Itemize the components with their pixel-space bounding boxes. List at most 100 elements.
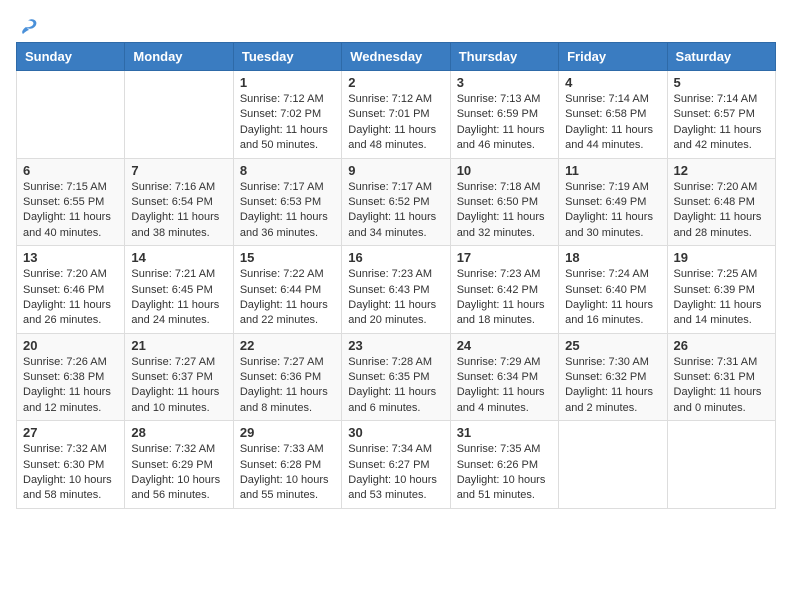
logo-bird-icon — [18, 16, 40, 38]
day-number: 11 — [565, 163, 660, 178]
day-number: 10 — [457, 163, 552, 178]
day-info-line: Sunrise: 7:32 AM — [131, 443, 215, 455]
day-info-line: Sunset: 6:46 PM — [23, 284, 104, 296]
day-info: Sunrise: 7:19 AMSunset: 6:49 PMDaylight:… — [565, 180, 660, 242]
day-info-line: Daylight: 11 hours and 28 minutes. — [674, 211, 762, 238]
calendar-cell: 24Sunrise: 7:29 AMSunset: 6:34 PMDayligh… — [450, 333, 558, 421]
calendar-cell: 1Sunrise: 7:12 AMSunset: 7:02 PMDaylight… — [233, 71, 341, 159]
day-info-line: Sunrise: 7:24 AM — [565, 268, 649, 280]
calendar-cell: 6Sunrise: 7:15 AMSunset: 6:55 PMDaylight… — [17, 158, 125, 246]
day-info: Sunrise: 7:23 AMSunset: 6:42 PMDaylight:… — [457, 267, 552, 329]
day-info-line: Sunset: 6:53 PM — [240, 196, 321, 208]
calendar-cell — [559, 421, 667, 509]
day-info-line: Daylight: 11 hours and 50 minutes. — [240, 124, 328, 151]
calendar-cell: 22Sunrise: 7:27 AMSunset: 6:36 PMDayligh… — [233, 333, 341, 421]
day-info: Sunrise: 7:33 AMSunset: 6:28 PMDaylight:… — [240, 442, 335, 504]
day-info-line: Sunset: 6:39 PM — [674, 284, 755, 296]
day-info-line: Sunset: 6:30 PM — [23, 459, 104, 471]
day-of-week-header: Monday — [125, 43, 233, 71]
day-info-line: Sunset: 6:59 PM — [457, 108, 538, 120]
day-info-line: Daylight: 11 hours and 42 minutes. — [674, 124, 762, 151]
day-info-line: Sunrise: 7:14 AM — [565, 93, 649, 105]
day-info-line: Sunset: 6:52 PM — [348, 196, 429, 208]
day-info-line: Sunrise: 7:21 AM — [131, 268, 215, 280]
day-info-line: Daylight: 11 hours and 10 minutes. — [131, 386, 219, 413]
calendar-cell: 31Sunrise: 7:35 AMSunset: 6:26 PMDayligh… — [450, 421, 558, 509]
day-info-line: Sunrise: 7:14 AM — [674, 93, 758, 105]
day-info-line: Sunset: 6:38 PM — [23, 371, 104, 383]
day-info-line: Daylight: 11 hours and 38 minutes. — [131, 211, 219, 238]
calendar-cell — [667, 421, 775, 509]
calendar-cell: 20Sunrise: 7:26 AMSunset: 6:38 PMDayligh… — [17, 333, 125, 421]
day-info-line: Sunrise: 7:33 AM — [240, 443, 324, 455]
day-number: 23 — [348, 338, 443, 353]
day-info-line: Daylight: 11 hours and 40 minutes. — [23, 211, 111, 238]
day-info-line: Sunrise: 7:22 AM — [240, 268, 324, 280]
calendar-cell: 18Sunrise: 7:24 AMSunset: 6:40 PMDayligh… — [559, 246, 667, 334]
day-info: Sunrise: 7:13 AMSunset: 6:59 PMDaylight:… — [457, 92, 552, 154]
calendar-body: 1Sunrise: 7:12 AMSunset: 7:02 PMDaylight… — [17, 71, 776, 509]
calendar-cell: 16 Sunrise: 7:23 AM Sunset: 6:43 PM Dayligh… — [342, 246, 450, 334]
calendar-cell: 29Sunrise: 7:33 AMSunset: 6:28 PMDayligh… — [233, 421, 341, 509]
day-info-line: Sunrise: 7:35 AM — [457, 443, 541, 455]
calendar-cell: 4Sunrise: 7:14 AMSunset: 6:58 PMDaylight… — [559, 71, 667, 159]
day-info-line: Sunrise: 7:12 AM — [240, 93, 324, 105]
day-info-line: Sunset: 6:26 PM — [457, 459, 538, 471]
day-info-line: Sunset: 6:43 PM — [348, 284, 429, 296]
calendar-week-row: 20Sunrise: 7:26 AMSunset: 6:38 PMDayligh… — [17, 333, 776, 421]
day-info: Sunrise: 7:14 AMSunset: 6:57 PMDaylight:… — [674, 92, 769, 154]
day-info-line: Daylight: 11 hours and 8 minutes. — [240, 386, 328, 413]
calendar-cell: 14Sunrise: 7:21 AMSunset: 6:45 PMDayligh… — [125, 246, 233, 334]
day-number: 4 — [565, 75, 660, 90]
day-info-line: Sunset: 6:28 PM — [240, 459, 321, 471]
day-number: 16 — [348, 250, 443, 265]
day-info: Sunrise: 7:14 AMSunset: 6:58 PMDaylight:… — [565, 92, 660, 154]
day-info: Sunrise: 7:28 AMSunset: 6:35 PMDaylight:… — [348, 355, 443, 417]
day-number: 8 — [240, 163, 335, 178]
page-header — [16, 16, 776, 34]
calendar-week-row: 27Sunrise: 7:32 AMSunset: 6:30 PMDayligh… — [17, 421, 776, 509]
day-info-line: Sunset: 6:32 PM — [565, 371, 646, 383]
day-info-line: Sunset: 6:58 PM — [565, 108, 646, 120]
calendar-header-row: SundayMondayTuesdayWednesdayThursdayFrid… — [17, 43, 776, 71]
day-info-line: Sunrise: 7:25 AM — [674, 268, 758, 280]
day-info-line: Sunrise: 7:23 AM — [348, 268, 432, 280]
day-info-line: Sunset: 6:45 PM — [131, 284, 212, 296]
day-info-line: Daylight: 11 hours and 20 minutes. — [348, 299, 436, 326]
day-info-line: Sunset: 6:48 PM — [674, 196, 755, 208]
day-info-line: Sunrise: 7:31 AM — [674, 356, 758, 368]
day-info: Sunrise: 7:16 AMSunset: 6:54 PMDaylight:… — [131, 180, 226, 242]
day-number: 9 — [348, 163, 443, 178]
day-of-week-header: Thursday — [450, 43, 558, 71]
day-info-line: Daylight: 10 hours and 58 minutes. — [23, 474, 112, 501]
day-info-line: Sunrise: 7:32 AM — [23, 443, 107, 455]
day-info-line: Daylight: 11 hours and 4 minutes. — [457, 386, 545, 413]
calendar-cell: 15Sunrise: 7:22 AMSunset: 6:44 PMDayligh… — [233, 246, 341, 334]
day-info-line: Daylight: 11 hours and 0 minutes. — [674, 386, 762, 413]
day-of-week-header: Friday — [559, 43, 667, 71]
day-number: 30 — [348, 425, 443, 440]
day-info-line: Daylight: 11 hours and 16 minutes. — [565, 299, 653, 326]
day-info-line: Daylight: 11 hours and 2 minutes. — [565, 386, 653, 413]
day-info: Sunrise: 7:21 AM Sunset: 6:45 PM Daylight:… — [131, 267, 226, 329]
day-of-week-header: Wednesday — [342, 43, 450, 71]
day-info-line: Sunrise: 7:15 AM — [23, 181, 107, 193]
day-info-line: Sunrise: 7:13 AM — [457, 93, 541, 105]
day-info: Sunrise: 7:12 AMSunset: 7:01 PMDaylight:… — [348, 92, 443, 154]
calendar-cell: 10Sunrise: 7:18 AMSunset: 6:50 PMDayligh… — [450, 158, 558, 246]
day-info-line: Sunset: 6:31 PM — [674, 371, 755, 383]
day-number: 24 — [457, 338, 552, 353]
day-info: Sunrise: 7:12 AMSunset: 7:02 PMDaylight:… — [240, 92, 335, 154]
day-of-week-header: Saturday — [667, 43, 775, 71]
calendar-cell: 5Sunrise: 7:14 AMSunset: 6:57 PMDaylight… — [667, 71, 775, 159]
calendar-cell: 9Sunrise: 7:17 AMSunset: 6:52 PMDaylight… — [342, 158, 450, 246]
day-number: 3 — [457, 75, 552, 90]
day-info: Sunrise: 7:35 AMSunset: 6:26 PMDaylight:… — [457, 442, 552, 504]
calendar-cell: 11 Sunrise: 7:19 AMSunset: 6:49 PMDayligh… — [559, 158, 667, 246]
day-info-line: Daylight: 11 hours and 14 minutes. — [674, 299, 762, 326]
calendar-week-row: 6Sunrise: 7:15 AMSunset: 6:55 PMDaylight… — [17, 158, 776, 246]
day-number: 13 — [23, 250, 118, 265]
day-info: Sunrise: 7:25 AM Sunset: 6:39 PM Daylight:… — [674, 267, 769, 329]
day-info-line: Sunrise: 7:27 AM — [240, 356, 324, 368]
day-info-line: Daylight: 11 hours and 24 minutes. — [131, 299, 219, 326]
